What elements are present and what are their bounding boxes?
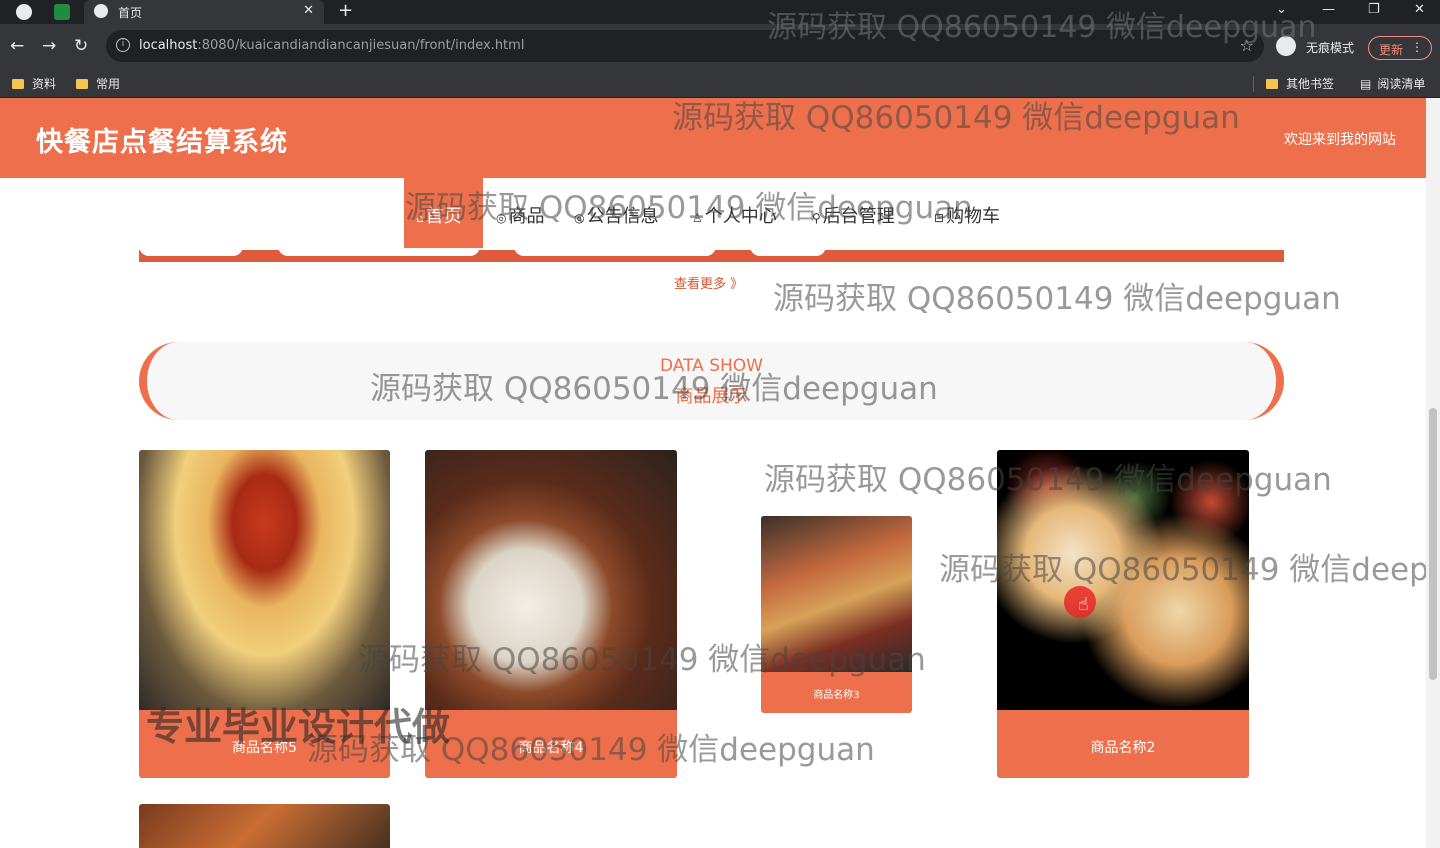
update-label: 更新	[1379, 43, 1404, 57]
site-title: 快餐店点餐结算系统	[36, 127, 288, 158]
browser-globe-icon[interactable]	[16, 4, 32, 20]
bookmark-label: 常用	[96, 77, 121, 91]
watermark: 源码获取 QQ86050149 微信deepguan	[767, 10, 1317, 45]
url-path: :8080/kuaicandiandiancanjiesuan/front/in…	[197, 38, 525, 53]
minimize-button[interactable]: —	[1322, 2, 1335, 17]
reading-list-label: 阅读清单	[1377, 77, 1426, 91]
forward-icon[interactable]: →	[42, 36, 56, 56]
bookmark-folder[interactable]: 资料	[12, 75, 56, 92]
other-bookmarks[interactable]: 其他书签	[1266, 75, 1334, 92]
menu-dots-icon[interactable]: ⋮	[1411, 40, 1423, 54]
product-card[interactable]	[139, 804, 390, 848]
close-icon[interactable]: ✕	[303, 3, 314, 18]
folder-icon	[12, 79, 24, 89]
watermark: 源码获取 QQ86050149 微信deepguan	[358, 642, 926, 678]
globe-icon	[94, 4, 108, 18]
back-icon[interactable]: ←	[10, 36, 24, 56]
product-name: 商品名称3	[813, 690, 860, 701]
watermark: 源码获取 QQ86050149 微信deepguan	[672, 100, 1240, 136]
info-icon[interactable]: i	[116, 38, 130, 52]
hand-cursor-icon: ☝	[1078, 594, 1089, 615]
update-button[interactable]: 更新 ⋮	[1368, 36, 1432, 60]
folder-icon	[76, 79, 88, 89]
product-card[interactable]: 商品名称3	[761, 516, 912, 713]
window-close-button[interactable]: ✕	[1414, 2, 1425, 17]
bookmark-folder[interactable]: 常用	[76, 75, 120, 92]
carousel-tab[interactable]	[139, 238, 243, 256]
watermark: 源码获取 QQ86050149 微信deepguan	[764, 462, 1332, 498]
scrollbar-thumb[interactable]	[1429, 408, 1437, 680]
cursor-highlight: ☝	[1064, 586, 1096, 618]
watermark: 源码获取 QQ86050149 微信deepgu	[939, 552, 1440, 588]
watermark: 源码获取 QQ86050149 微信deepguan	[370, 371, 938, 407]
bookmark-divider	[1253, 76, 1254, 92]
bookmarks-bar: 资料 常用 其他书签 ▤ 阅读清单	[0, 68, 1440, 98]
view-more-link[interactable]: 查看更多 》	[674, 273, 743, 292]
product-name: 商品名称2	[1090, 740, 1156, 756]
reload-icon[interactable]: ↻	[74, 36, 88, 56]
other-bookmarks-label: 其他书签	[1286, 77, 1335, 91]
browser-tab-active[interactable]: 首页 ✕	[84, 0, 324, 24]
tab-title: 首页	[118, 6, 143, 20]
reading-list[interactable]: ▤ 阅读清单	[1360, 75, 1425, 92]
sheets-tab-icon[interactable]	[54, 4, 70, 20]
watermark: 源码获取 QQ86050149 微信deepguan	[773, 281, 1341, 317]
restore-button[interactable]: ❐	[1368, 2, 1380, 17]
reading-list-icon: ▤	[1360, 77, 1372, 91]
product-card[interactable]: 商品名称2	[997, 450, 1249, 778]
watermark: 源码获取 QQ86050149 微信deepguan	[405, 190, 973, 226]
watermark-big: 专业毕业设计代做	[146, 705, 451, 749]
product-image	[139, 450, 390, 710]
bookmark-label: 资料	[32, 77, 57, 91]
page-scrollbar[interactable]	[1426, 98, 1440, 848]
url-host: localhost	[139, 38, 198, 53]
folder-icon	[1266, 79, 1278, 89]
welcome-text: 欢迎来到我的网站	[1284, 132, 1396, 148]
new-tab-button[interactable]: +	[338, 0, 353, 21]
page-content: 快餐店点餐结算系统 欢迎来到我的网站 ⌂ 首页 ◎ 商品 ◎ 公告信息 ♙ 个人中心 ⚲…	[0, 98, 1440, 848]
url-text[interactable]: localhost:8080/kuaicandiandiancanjiesuan…	[139, 38, 524, 53]
